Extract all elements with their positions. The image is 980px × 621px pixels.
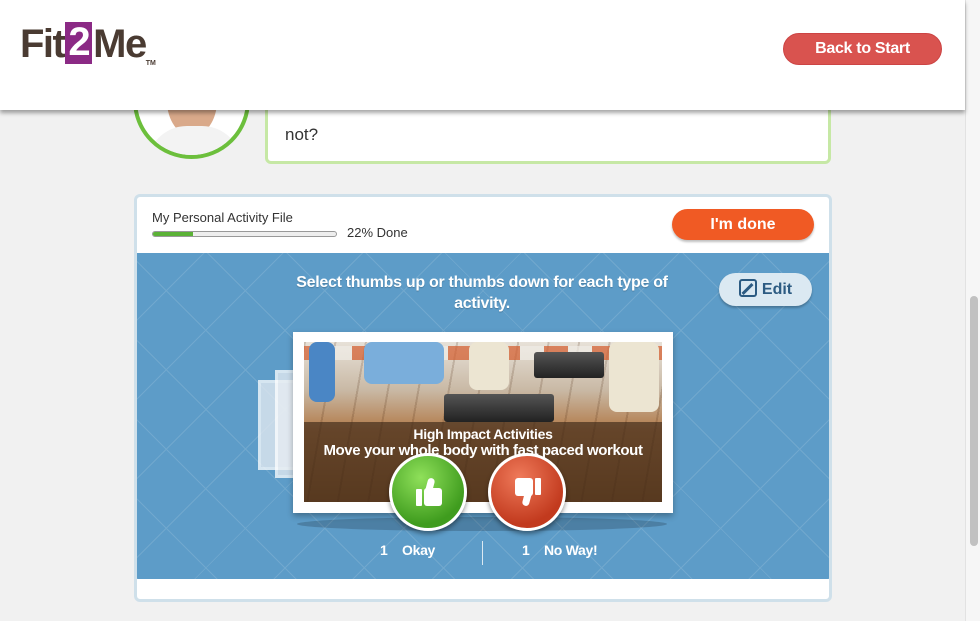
photo-step-platform (444, 394, 554, 422)
im-done-button[interactable]: I'm done (672, 209, 814, 240)
thumbs-up-button[interactable] (389, 453, 467, 531)
progress-bar-fill (153, 232, 194, 236)
coach-speech-text: not? (285, 125, 319, 144)
logo-text-fit: Fit (20, 22, 66, 66)
activity-file-card: My Personal Activity File 22% Done I'm d… (134, 194, 832, 602)
noway-label: No Way! (544, 542, 598, 558)
app-header: Fit 2 MeTM Back to Start (0, 0, 965, 110)
thumbs-down-button[interactable] (488, 453, 566, 531)
fit2me-logo[interactable]: Fit 2 MeTM (20, 22, 156, 67)
scrollbar-thumb[interactable] (970, 296, 978, 546)
progress-bar (152, 231, 337, 237)
photo-leg (609, 342, 659, 412)
coach-shirt (147, 126, 242, 155)
activity-card-subtitle: Move your whole body with fast paced wor… (323, 442, 643, 459)
photo-leg (469, 342, 509, 390)
back-to-start-button[interactable]: Back to Start (783, 33, 942, 65)
logo-text-2: 2 (65, 22, 93, 64)
instruction-text: Select thumbs up or thumbs down for each… (296, 274, 668, 312)
card-shadow (297, 517, 667, 531)
okay-label: Okay (402, 542, 436, 558)
count-divider (482, 541, 483, 565)
thumbs-down-icon (515, 478, 541, 507)
logo-text-me: Me (93, 22, 147, 66)
noway-count: 1 (522, 542, 530, 558)
okay-count: 1 (380, 542, 388, 558)
edit-button-label: Edit (761, 281, 793, 298)
progress-text: 22% Done (347, 225, 408, 240)
photo-leg (364, 342, 444, 384)
page-scrollbar[interactable] (965, 0, 980, 621)
logo-trademark: TM (145, 60, 156, 67)
activity-file-title: My Personal Activity File (152, 210, 293, 225)
edit-button[interactable]: Edit (719, 273, 812, 306)
edit-icon (738, 279, 757, 297)
activity-card-title: High Impact Activities (413, 426, 553, 442)
activity-card[interactable]: High Impact Activities Move your whole b… (293, 332, 673, 513)
photo-step-platform-back (534, 352, 604, 378)
photo-leg (309, 342, 335, 402)
thumbs-up-icon (416, 477, 442, 506)
activity-photo: High Impact Activities Move your whole b… (304, 342, 662, 502)
activity-rating-panel: Select thumbs up or thumbs down for each… (137, 253, 829, 579)
